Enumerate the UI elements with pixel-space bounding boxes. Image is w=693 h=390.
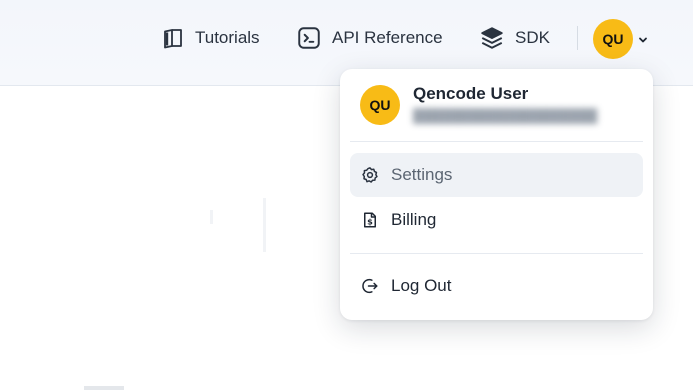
chevron-down-icon[interactable] [637,33,649,51]
avatar-initials: QU [602,31,624,47]
user-dropdown-menu: QU Qencode User ████████████████████ Set… [340,69,653,320]
menu-item-log-out[interactable]: Log Out [350,264,643,308]
menu-item-label: Log Out [391,276,452,295]
layers-icon [479,25,505,51]
billing-icon: $ [361,211,379,229]
menu-item-billing[interactable]: $ Billing [350,198,643,242]
background-artifact [263,198,266,252]
logout-icon [361,277,379,295]
nav-link-label: API Reference [332,28,443,47]
menu-item-settings[interactable]: Settings [350,153,643,197]
menu-user-name: Qencode User [413,84,529,103]
svg-text:$: $ [367,217,373,227]
menu-user-avatar: QU [360,85,400,125]
nav-link-tutorials[interactable]: Tutorials [161,24,260,52]
nav-link-api-reference[interactable]: API Reference [296,24,443,52]
menu-separator [350,141,643,142]
background-artifact [210,210,213,224]
nav-link-sdk[interactable]: SDK [479,24,550,52]
menu-separator [350,253,643,254]
nav-link-label: SDK [515,28,550,47]
background-artifact [84,386,124,390]
menu-item-label: Settings [391,165,453,184]
avatar-initials: QU [369,97,391,113]
nav-link-label: Tutorials [195,28,260,47]
user-avatar-button[interactable]: QU [593,19,633,59]
terminal-icon [296,25,322,51]
header-divider [577,26,578,50]
menu-user-email-redacted: ████████████████████ [413,108,598,123]
gear-icon [361,166,379,184]
book-icon [161,26,185,50]
menu-item-label: Billing [391,210,437,229]
